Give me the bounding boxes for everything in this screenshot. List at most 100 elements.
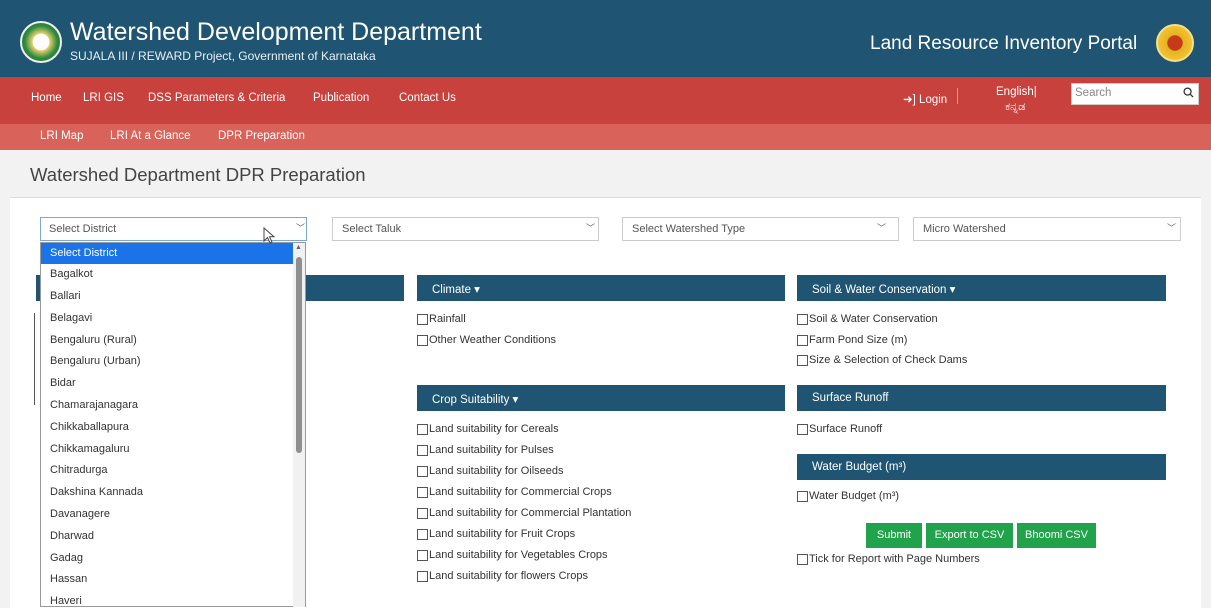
district-option[interactable]: Select District: [41, 243, 295, 264]
page-title: Watershed Department DPR Preparation: [30, 164, 366, 185]
district-option[interactable]: Dharwad: [41, 526, 295, 547]
cereals-checkbox[interactable]: Land suitability for Cereals: [417, 423, 559, 435]
rainfall-checkbox[interactable]: Rainfall: [417, 313, 466, 325]
district-option[interactable]: Chamarajanagara: [41, 395, 295, 416]
nav-contact-us[interactable]: Contact Us: [399, 92, 456, 104]
district-option[interactable]: Davanagere: [41, 504, 295, 525]
fruit-crops-checkbox[interactable]: Land suitability for Fruit Crops: [417, 528, 575, 540]
checkbox[interactable]: [417, 528, 428, 540]
chevron-down-icon: ﹀: [1167, 223, 1177, 233]
district-option[interactable]: Bengaluru (Rural): [41, 330, 295, 351]
nav-lri-gis[interactable]: LRI GIS: [83, 92, 124, 104]
lang-english[interactable]: English|: [996, 86, 1037, 98]
chevron-down-icon: ﹀: [877, 223, 887, 233]
climate-section-header[interactable]: Climate ▾: [417, 275, 785, 301]
login-link[interactable]: ➜] Login: [903, 92, 947, 106]
commercial-plantation-checkbox[interactable]: Land suitability for Commercial Plantati…: [417, 507, 631, 519]
checkbox-label: Soil & Water Conservation: [809, 313, 938, 325]
site-title: Watershed Development Department: [70, 18, 482, 46]
checkbox-label: Tick for Report with Page Numbers: [809, 553, 980, 565]
pulses-checkbox[interactable]: Land suitability for Pulses: [417, 444, 554, 456]
department-logo: [20, 21, 62, 63]
checkbox-label: Water Budget (m³): [809, 490, 900, 502]
weather-checkbox[interactable]: Other Weather Conditions: [417, 334, 556, 346]
commercial-crops-checkbox[interactable]: Land suitability for Commercial Crops: [417, 486, 612, 498]
district-option[interactable]: Dakshina Kannada: [41, 482, 295, 503]
search-input[interactable]: Search: [1075, 87, 1111, 99]
checkbox[interactable]: [417, 334, 428, 346]
checkbox-label: Land suitability for Commercial Crops: [429, 486, 612, 498]
checkbox-label: Land suitability for Fruit Crops: [429, 528, 576, 540]
nav-dss-parameters[interactable]: DSS Parameters & Criteria: [148, 92, 285, 104]
oilseeds-checkbox[interactable]: Land suitability for Oilseeds: [417, 465, 564, 477]
checkbox[interactable]: [797, 423, 808, 435]
farm-pond-checkbox[interactable]: Farm Pond Size (m): [797, 334, 907, 346]
checkbox[interactable]: [797, 490, 808, 502]
district-option[interactable]: Ballari: [41, 286, 295, 307]
subnav-lri-map[interactable]: LRI Map: [40, 130, 83, 142]
flowers-crops-checkbox[interactable]: Land suitability for flowers Crops: [417, 570, 588, 582]
soil-water-checkbox[interactable]: Soil & Water Conservation: [797, 313, 938, 325]
district-option[interactable]: Haveri: [41, 591, 295, 606]
karnataka-emblem: [1156, 24, 1194, 62]
crop-suitability-section-header[interactable]: Crop Suitability ▾: [417, 385, 785, 411]
taluk-select-value: Select Taluk: [342, 223, 402, 235]
checkbox[interactable]: [797, 313, 808, 325]
mouse-pointer-icon: [263, 226, 277, 248]
search-icon[interactable]: [1179, 84, 1197, 104]
soil-water-section-header[interactable]: Soil & Water Conservation ▾: [797, 275, 1166, 301]
checkbox[interactable]: [417, 423, 428, 435]
checkbox-label: Other Weather Conditions: [429, 334, 556, 346]
checkbox[interactable]: [417, 444, 428, 456]
district-option[interactable]: Chitradurga: [41, 460, 295, 481]
district-option[interactable]: Belagavi: [41, 308, 295, 329]
checkbox[interactable]: [417, 465, 428, 477]
district-option[interactable]: Chikkamagaluru: [41, 439, 295, 460]
checkbox[interactable]: [417, 570, 428, 582]
checkbox-label: Land suitability for flowers Crops: [429, 570, 588, 582]
submit-button[interactable]: Submit: [866, 523, 922, 548]
check-dams-checkbox[interactable]: Size & Selection of Check Dams: [797, 354, 967, 366]
login-icon: ➜]: [903, 94, 916, 106]
checkbox[interactable]: [417, 313, 428, 325]
watershed-type-select-value: Select Watershed Type: [632, 223, 746, 235]
checkbox[interactable]: [417, 549, 428, 561]
district-select-value: Select District: [49, 223, 117, 235]
district-option[interactable]: Hassan: [41, 569, 295, 590]
checkbox[interactable]: [417, 486, 428, 498]
district-option[interactable]: Bidar: [41, 373, 295, 394]
district-option[interactable]: Chikkaballapura: [41, 417, 295, 438]
bhoomi-csv-button[interactable]: Bhoomi CSV: [1017, 523, 1096, 548]
checkbox[interactable]: [417, 507, 428, 519]
report-page-numbers-checkbox[interactable]: Tick for Report with Page Numbers: [797, 553, 980, 565]
vegetables-crops-checkbox[interactable]: Land suitability for Vegetables Crops: [417, 549, 608, 561]
surface-runoff-checkbox[interactable]: Surface Runoff: [797, 423, 882, 435]
micro-watershed-select-value: Micro Watershed: [923, 223, 1006, 235]
checkbox-label: Farm Pond Size (m): [809, 334, 908, 346]
subnav-lri-at-a-glance[interactable]: LRI At a Glance: [110, 130, 191, 142]
checkbox[interactable]: [797, 334, 808, 346]
export-csv-button[interactable]: Export to CSV: [926, 523, 1013, 548]
checkbox-label: Land suitability for Cereals: [429, 423, 559, 435]
dropdown-scrollbar-thumb[interactable]: [296, 257, 302, 453]
lang-kannada[interactable]: ಕನ್ನಡ: [1005, 101, 1025, 114]
nav-home[interactable]: Home: [31, 92, 62, 104]
water-budget-checkbox[interactable]: Water Budget (m³): [797, 490, 899, 502]
chevron-down-icon: ﹀: [296, 223, 306, 233]
district-option[interactable]: Bengaluru (Urban): [41, 351, 295, 372]
checkbox-label: Surface Runoff: [809, 423, 883, 435]
login-label: Login: [919, 94, 948, 106]
checkbox-label: Land suitability for Oilseeds: [429, 465, 564, 477]
nav-publication[interactable]: Publication: [313, 92, 369, 104]
scroll-up-icon[interactable]: ▲: [295, 244, 302, 251]
surface-runoff-section-header: Surface Runoff: [797, 385, 1166, 411]
checkbox[interactable]: [797, 553, 808, 565]
subnav-dpr-preparation[interactable]: DPR Preparation: [218, 130, 305, 142]
water-budget-section-header: Water Budget (m³): [797, 454, 1166, 480]
portal-title: Land Resource Inventory Portal: [870, 33, 1138, 54]
district-option[interactable]: Bagalkot: [41, 264, 295, 285]
checkbox[interactable]: [797, 354, 808, 366]
chevron-down-icon: ﹀: [586, 223, 596, 233]
district-option[interactable]: Gadag: [41, 548, 295, 569]
site-subtitle: SUJALA III / REWARD Project, Government …: [70, 49, 376, 63]
